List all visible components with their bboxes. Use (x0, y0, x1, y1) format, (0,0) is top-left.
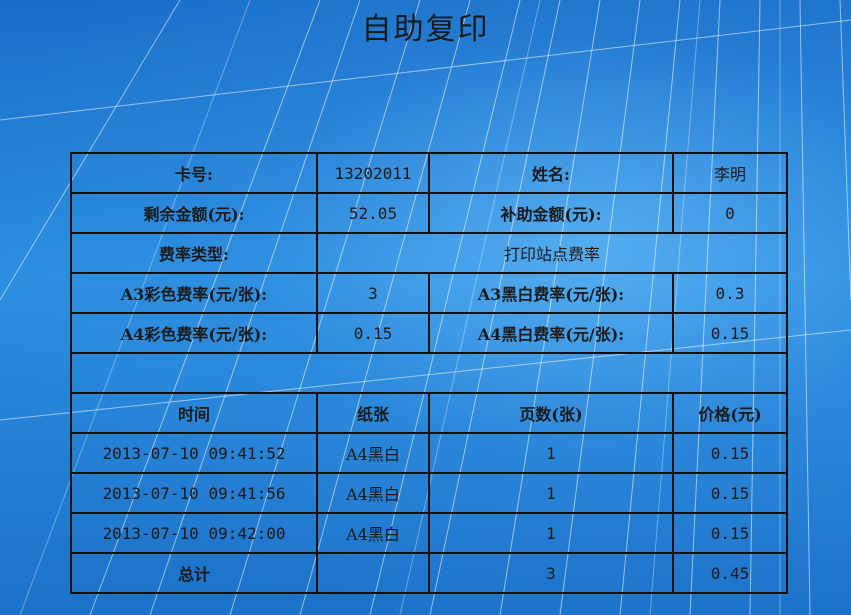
record-price: 0.15 (672, 432, 788, 474)
record-price: 0.15 (672, 472, 788, 514)
a3-color-rate-value: 3 (316, 272, 430, 314)
a4-color-rate-value: 0.15 (316, 312, 430, 354)
table-row: 2013-07-10 09:41:56 A4黑白 1 0.15 (70, 472, 788, 514)
a4-color-rate-label: A4彩色费率(元/张): (70, 312, 318, 354)
record-pages: 1 (428, 472, 674, 514)
total-price: 0.45 (672, 552, 788, 594)
header-pages: 页数(张) (428, 392, 674, 434)
table-row: 2013-07-10 09:42:00 A4黑白 1 0.15 (70, 512, 788, 554)
name-value: 李明 (672, 152, 788, 194)
header-time: 时间 (70, 392, 318, 434)
a4-bw-rate-label: A4黑白费率(元/张): (428, 312, 674, 354)
total-paper-empty (316, 552, 430, 594)
total-label: 总计 (70, 552, 318, 594)
record-paper: A4黑白 (316, 512, 430, 554)
rate-type-value: 打印站点费率 (316, 232, 788, 274)
record-pages: 1 (428, 512, 674, 554)
a3-color-rate-label: A3彩色费率(元/张): (70, 272, 318, 314)
total-pages: 3 (428, 552, 674, 594)
record-paper: A4黑白 (316, 472, 430, 514)
record-time: 2013-07-10 09:41:56 (70, 472, 318, 514)
balance-label: 剩余金额(元): (70, 192, 318, 234)
a3-bw-rate-label: A3黑白费率(元/张): (428, 272, 674, 314)
record-pages: 1 (428, 432, 674, 474)
a3-bw-rate-value: 0.3 (672, 272, 788, 314)
record-paper: A4黑白 (316, 432, 430, 474)
record-time: 2013-07-10 09:42:00 (70, 512, 318, 554)
a4-bw-rate-value: 0.15 (672, 312, 788, 354)
record-time: 2013-07-10 09:41:52 (70, 432, 318, 474)
card-no-value: 13202011 (316, 152, 430, 194)
rate-type-label: 费率类型: (70, 232, 318, 274)
spacer-row (70, 352, 788, 394)
page-title: 自助复印 (361, 12, 490, 47)
header-price: 价格(元) (672, 392, 788, 434)
table-row: 2013-07-10 09:41:52 A4黑白 1 0.15 (70, 432, 788, 474)
subsidy-value: 0 (672, 192, 788, 234)
balance-value: 52.05 (316, 192, 430, 234)
name-label: 姓名: (428, 152, 674, 194)
subsidy-label: 补助金额(元): (428, 192, 674, 234)
info-table: 卡号: 13202011 姓名: 李明 剩余金额(元): 52.05 补助金额(… (70, 152, 788, 594)
card-no-label: 卡号: (70, 152, 318, 194)
header-paper: 纸张 (316, 392, 430, 434)
record-price: 0.15 (672, 512, 788, 554)
